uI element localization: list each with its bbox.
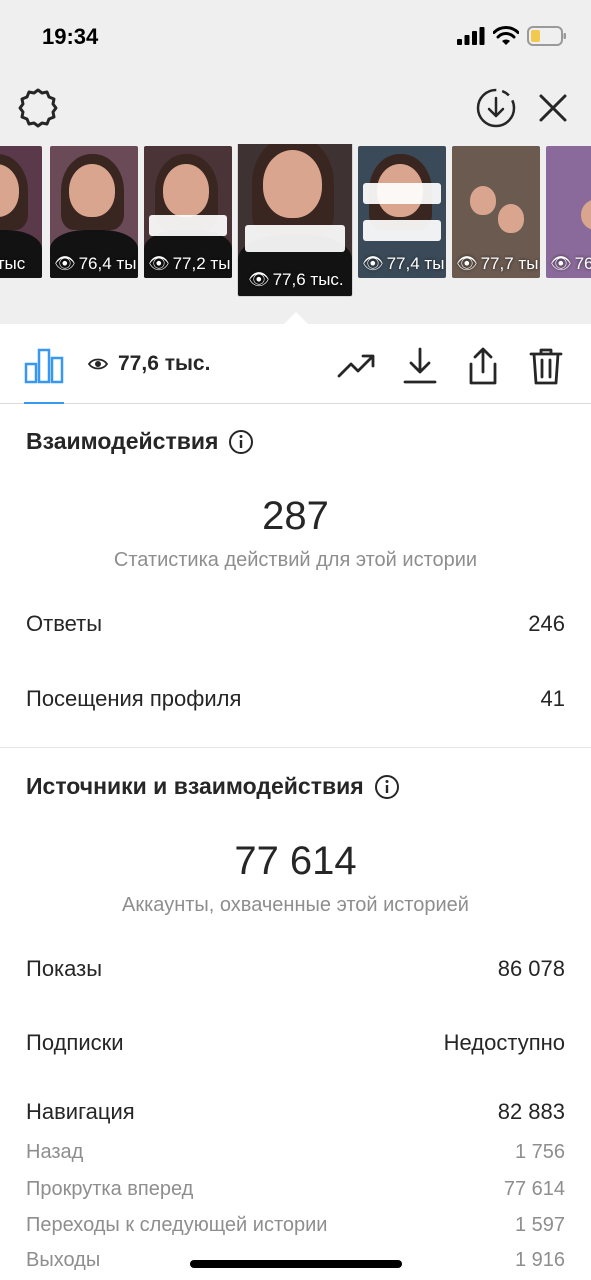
stat-label: Показы (26, 956, 103, 981)
stat-label: Прокрутка вперед (26, 1178, 194, 1200)
wifi-icon (493, 26, 519, 45)
stat-label: Посещения профиля (26, 686, 242, 711)
reach-subtitle: Аккаунты, охваченные этой историей (122, 894, 469, 916)
story-thumbnail[interactable]: 👁7 тыс (0, 146, 42, 278)
viewers-count: 77,6 тыс. (118, 352, 211, 375)
home-indicator[interactable] (190, 1260, 402, 1268)
stat-label: Подписки (26, 1030, 124, 1055)
interactions-subtitle: Статистика действий для этой истории (113, 549, 478, 571)
stat-label: Переходы к следующей истории (26, 1214, 328, 1236)
settings-gear-icon[interactable] (16, 86, 60, 130)
nav-row-forward: Прокрутка вперед 77 614 (26, 1178, 565, 1201)
save-download-circle-icon[interactable] (474, 86, 518, 130)
info-icon[interactable] (374, 774, 400, 800)
stat-value: 246 (528, 611, 565, 636)
stat-label: Назад (26, 1141, 84, 1163)
close-icon[interactable] (533, 88, 573, 128)
eye-icon: 👁 (550, 254, 572, 273)
stat-value: 41 (540, 686, 565, 711)
stat-row-profile-visits: Посещения профиля 41 (26, 686, 565, 712)
top-bar (0, 72, 591, 144)
story-thumbnail[interactable]: 👁 77,7 ты (452, 146, 540, 278)
stat-row-impressions: Показы 86 078 (26, 956, 565, 982)
story-thumbnail[interactable]: 👁 77,4 ты (358, 146, 446, 278)
status-icons (457, 26, 567, 46)
thumbnail-views: 👁 77,6 тыс. (248, 270, 344, 289)
insights-action-bar: 77,6 тыс. (0, 324, 591, 404)
info-icon[interactable] (228, 429, 254, 455)
story-thumbnail[interactable]: 👁 77,2 ты (144, 146, 232, 278)
cellular-signal-icon (457, 27, 485, 45)
interactions-section-title: Взаимодействия (26, 428, 254, 455)
insights-bar-chart-icon[interactable] (24, 346, 64, 384)
stat-row-follows: Подписки Недоступно (26, 1030, 565, 1056)
stat-value: 1 756 (514, 1141, 565, 1163)
status-bar: 19:34 (0, 0, 591, 72)
eye-icon: 👁 (362, 254, 384, 273)
download-icon[interactable] (400, 346, 440, 386)
story-thumbnails-strip[interactable]: 👁7 тыс 👁76,4 ты 👁77,2 ты 👁77,6 тыс. 👁77,… (0, 144, 591, 324)
eye-icon: 👁 (54, 254, 76, 273)
nav-row-next-story: Переходы к следующей истории 1 597 (26, 1214, 565, 1237)
status-time: 19:34 (42, 24, 99, 49)
story-thumbnail[interactable]: 👁 76,4 ты (50, 146, 138, 278)
delete-trash-icon[interactable] (526, 346, 566, 386)
thumbnail-views: 👁 76,4 ты (54, 254, 137, 273)
eye-icon: 👁 (248, 270, 270, 289)
eye-icon (88, 358, 108, 370)
thumbnail-views: 👁 77,2 ты (148, 254, 231, 273)
discovery-section-title: Источники и взаимодействия (26, 773, 400, 800)
stat-value: 82 883 (497, 1099, 565, 1124)
stat-value: 1 597 (514, 1214, 565, 1236)
viewers-button[interactable]: 77,6 тыс. (88, 352, 210, 376)
section-divider (0, 747, 591, 748)
stat-label: Ответы (26, 611, 103, 636)
stat-value: Недоступно (443, 1030, 565, 1055)
eye-icon: 👁 (148, 254, 170, 273)
story-thumbnail-active[interactable]: 👁 77,6 тыс. (238, 144, 352, 296)
stat-label: Навигация (26, 1099, 135, 1124)
eye-icon: 👁 (456, 254, 478, 273)
nav-row-back: Назад 1 756 (26, 1141, 565, 1164)
stat-value: 77 614 (503, 1178, 565, 1200)
thumbnail-views: 👁 77,4 ты (362, 254, 445, 273)
share-upload-icon[interactable] (463, 346, 503, 386)
thumbnail-views: 👁 77,7 ты (456, 254, 539, 273)
active-tab-indicator (24, 402, 64, 404)
stat-row-replies: Ответы 246 (26, 611, 565, 637)
interactions-total: 287 (262, 494, 329, 538)
battery-icon (527, 26, 566, 46)
promote-trend-icon[interactable] (336, 346, 376, 386)
thumbnail-views: 👁7 тыс (0, 254, 26, 273)
reach-total: 77 614 (234, 839, 357, 883)
thumbnail-views: 👁 76 (550, 254, 591, 273)
story-thumbnail[interactable]: 👁 76 (546, 146, 591, 278)
stat-value: 1 916 (514, 1249, 565, 1271)
stat-value: 86 078 (497, 956, 565, 981)
active-thumbnail-pointer (280, 312, 312, 324)
stat-label: Выходы (26, 1249, 101, 1271)
stat-row-navigation: Навигация 82 883 (26, 1099, 565, 1125)
